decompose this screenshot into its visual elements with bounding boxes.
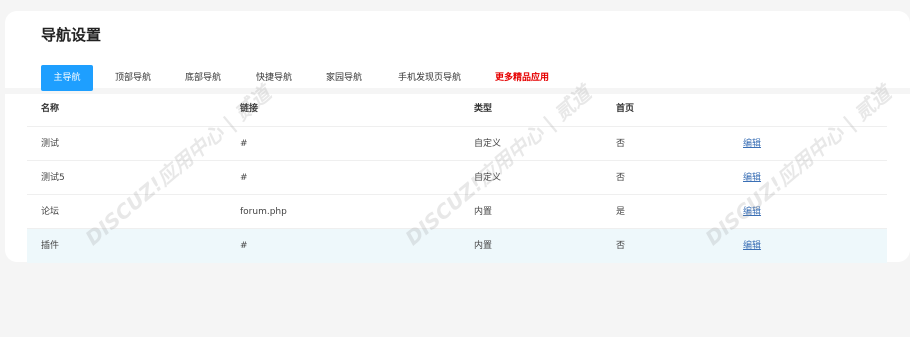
tab-main-nav[interactable]: 主导航 (41, 65, 93, 91)
row-link: # (240, 241, 248, 251)
row-name: 测试5 (41, 173, 65, 183)
table-row: 测试 # 自定义 否 编辑 (27, 126, 887, 161)
table-header: 名称 链接 类型 首页 (27, 98, 887, 120)
header-home: 首页 (616, 104, 635, 114)
edit-link[interactable]: 编辑 (743, 161, 761, 195)
row-type: 内置 (474, 207, 493, 217)
table-row: 插件 # 内置 否 编辑 (27, 228, 887, 263)
header-name: 名称 (41, 104, 60, 114)
edit-link[interactable]: 编辑 (743, 229, 761, 263)
header-link: 链接 (240, 104, 259, 114)
table-row: 测试5 # 自定义 否 编辑 (27, 160, 887, 195)
tab-home-nav[interactable]: 家园导航 (326, 65, 362, 91)
edit-link[interactable]: 编辑 (743, 195, 761, 229)
row-home: 否 (616, 173, 626, 183)
row-type: 自定义 (474, 139, 502, 149)
row-name: 测试 (41, 139, 60, 149)
row-type: 内置 (474, 241, 493, 251)
tab-bottom-nav[interactable]: 底部导航 (185, 65, 221, 91)
row-link: forum.php (240, 207, 287, 217)
row-link: # (240, 139, 248, 149)
row-home: 否 (616, 241, 626, 251)
tab-quick-nav[interactable]: 快捷导航 (256, 65, 292, 91)
row-home: 是 (616, 207, 626, 217)
tab-top-nav[interactable]: 顶部导航 (115, 65, 151, 91)
row-name: 插件 (41, 241, 60, 251)
page-title: 导航设置 (41, 26, 102, 44)
row-name: 论坛 (41, 207, 60, 217)
row-home: 否 (616, 139, 626, 149)
tab-mobile-discover-nav[interactable]: 手机发现页导航 (398, 65, 461, 91)
row-type: 自定义 (474, 173, 502, 183)
edit-link[interactable]: 编辑 (743, 127, 761, 161)
tab-more-apps[interactable]: 更多精品应用 (495, 65, 549, 91)
row-link: # (240, 173, 248, 183)
table-row: 论坛 forum.php 内置 是 编辑 (27, 194, 887, 229)
header-type: 类型 (474, 104, 493, 114)
